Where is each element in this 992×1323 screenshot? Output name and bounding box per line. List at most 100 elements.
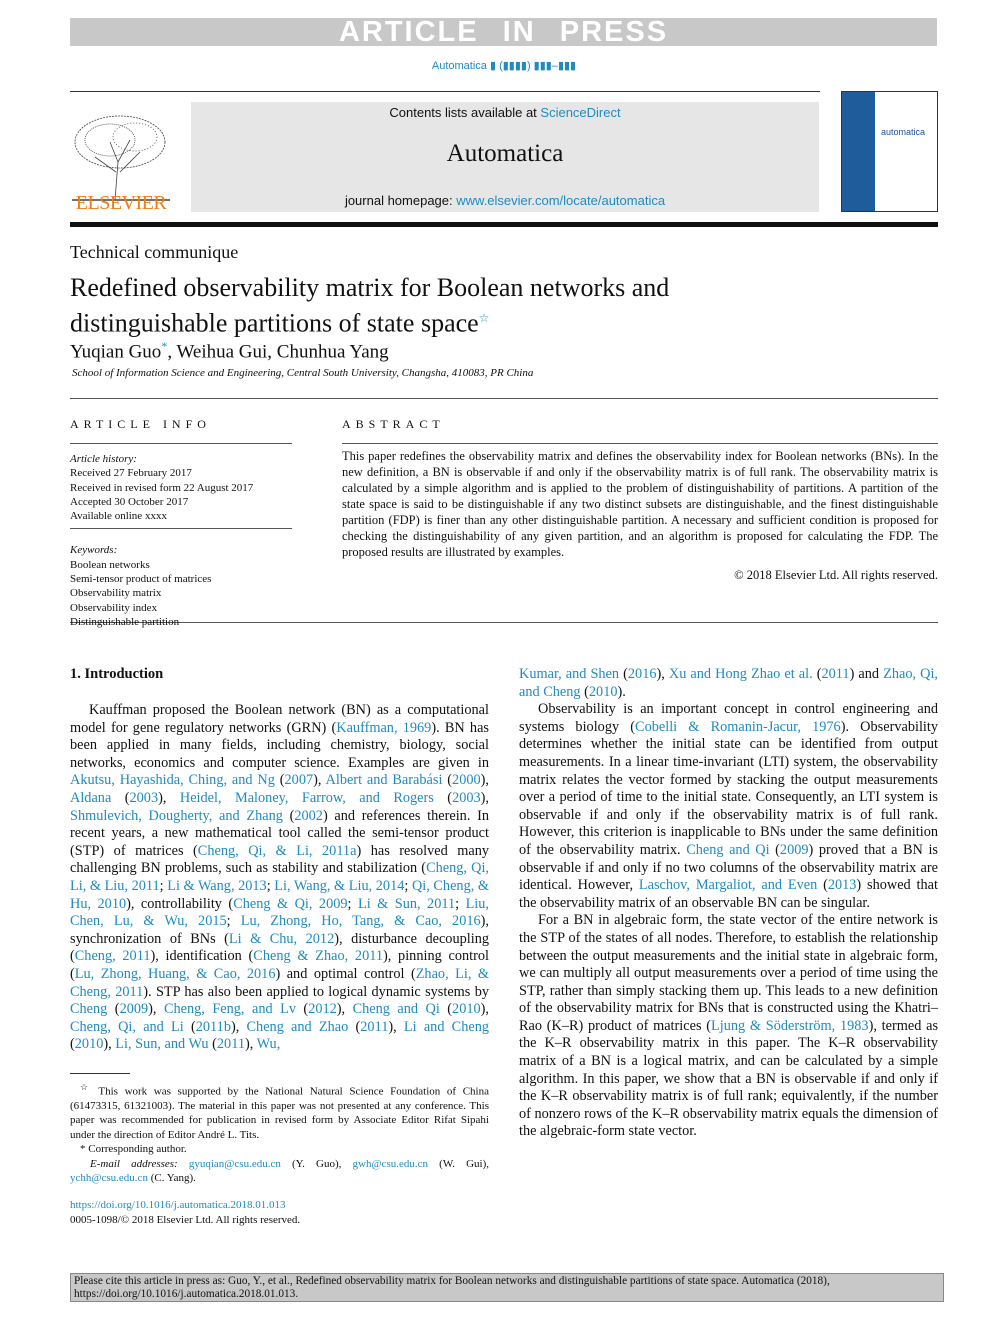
author-name: Yuqian Guo bbox=[70, 341, 162, 363]
citation-link[interactable]: Cheng, Qi, & Li, 2011a bbox=[198, 843, 357, 859]
article-info: Article history: Received 27 February 20… bbox=[70, 452, 292, 629]
citation-link[interactable]: 2016 bbox=[628, 666, 657, 682]
body-text: For a BN in algebraic form, the state ve… bbox=[519, 912, 938, 1034]
journal-title: Automatica bbox=[446, 140, 564, 167]
body-text: ), bbox=[244, 1036, 257, 1053]
citation-link[interactable]: Cheng & Qi, 2009 bbox=[233, 896, 347, 912]
body-text: ( bbox=[580, 683, 589, 700]
citation-link[interactable]: Kumar, and Shen bbox=[519, 666, 619, 682]
contents-line: Contents lists available at ScienceDirec… bbox=[191, 105, 819, 120]
body-text: ) and bbox=[849, 666, 884, 682]
elsevier-wordmark: ELSEVIER bbox=[75, 192, 167, 214]
divider bbox=[70, 91, 820, 92]
citation-link[interactable]: Li & Chu, 2012 bbox=[229, 931, 334, 947]
keyword: Observability index bbox=[70, 601, 158, 614]
body-text: ( bbox=[111, 789, 130, 806]
body-text: ), bbox=[103, 1036, 116, 1053]
keyword: Boolean networks bbox=[70, 558, 150, 571]
citation-link[interactable]: 2000 bbox=[452, 772, 481, 788]
citation-link[interactable]: 2009 bbox=[120, 1001, 149, 1017]
keyword: Distinguishable partition bbox=[70, 615, 180, 628]
body-text: ( bbox=[295, 1001, 309, 1018]
citation-link[interactable]: Laschov, Margaliot, and Even bbox=[639, 877, 817, 893]
email-link[interactable]: gwh@csu.edu.cn bbox=[353, 1158, 429, 1170]
cover-stripe bbox=[842, 92, 875, 211]
body-text: ), bbox=[158, 789, 180, 806]
citation-link[interactable]: Wu, bbox=[257, 1036, 281, 1052]
footnotes: ☆ This work was supported by the Nationa… bbox=[70, 1080, 489, 1186]
citation-link[interactable]: Cheng, Feng, and Lv bbox=[164, 1001, 296, 1017]
corresponding-text: Corresponding author. bbox=[85, 1143, 187, 1156]
keywords-label: Keywords: bbox=[70, 544, 118, 557]
citation-link[interactable]: Aldana bbox=[70, 790, 111, 806]
citation-link[interactable]: Ljung & Söderström, 1983 bbox=[711, 1018, 869, 1034]
body-text: ( bbox=[439, 1001, 453, 1018]
citation-link[interactable]: 2011 bbox=[360, 1019, 388, 1035]
citation-link[interactable]: Heidel, Maloney, Farrow, and Rogers bbox=[180, 790, 434, 806]
citation-link[interactable]: 2011 bbox=[822, 666, 850, 682]
body-text: ), identification ( bbox=[150, 948, 254, 965]
citation-link[interactable]: 2011b bbox=[196, 1019, 231, 1035]
citation-link[interactable]: Cheng and Zhao bbox=[247, 1019, 349, 1035]
citation-link[interactable]: Li, Sun, and Wu bbox=[115, 1036, 208, 1052]
citation-link[interactable]: 2011 bbox=[217, 1036, 245, 1052]
body-text: ( bbox=[282, 807, 295, 824]
citation-link[interactable]: Cobelli & Romanin-Jacur, 1976 bbox=[635, 719, 841, 735]
body-text: ; bbox=[455, 895, 466, 912]
citation-link[interactable]: 2013 bbox=[828, 877, 857, 893]
article-title: Redefined observability matrix for Boole… bbox=[70, 273, 770, 339]
citation-link[interactable]: Cheng, Qi, and Li bbox=[70, 1019, 184, 1035]
citation-link[interactable]: 2003 bbox=[130, 790, 159, 806]
citation-link[interactable]: 2003 bbox=[452, 790, 481, 806]
citation-link[interactable]: 2007 bbox=[285, 772, 314, 788]
homepage-link[interactable]: www.elsevier.com/locate/automatica bbox=[456, 193, 665, 208]
citation-link[interactable]: Akutsu, Hayashida, Ching, and Ng bbox=[70, 772, 275, 788]
citation-link[interactable]: Xu and Hong Zhao et al. bbox=[669, 666, 813, 682]
citation-link[interactable]: 2012 bbox=[308, 1001, 337, 1017]
citation-link[interactable]: Li & Sun, 2011 bbox=[358, 896, 455, 912]
citation-link[interactable]: Cheng bbox=[70, 1001, 107, 1017]
body-text: ( bbox=[208, 1036, 217, 1053]
citation-link[interactable]: Cheng, 2011 bbox=[75, 948, 151, 964]
sciencedirect-link[interactable]: ScienceDirect bbox=[540, 105, 620, 120]
doi-link[interactable]: https://doi.org/10.1016/j.automatica.201… bbox=[70, 1199, 286, 1211]
citation-link[interactable]: Lu, Zhong, Ho, Tang, & Cao, 2016 bbox=[241, 913, 481, 929]
body-text: ( bbox=[107, 1001, 120, 1018]
citation-link[interactable]: 2002 bbox=[294, 808, 323, 824]
citation-link[interactable]: Kauffman, 1969 bbox=[336, 720, 431, 736]
citation-link[interactable]: Cheng & Zhao, 2011 bbox=[253, 948, 383, 964]
footnote-rule bbox=[70, 1073, 130, 1074]
email-link[interactable]: gyuqian@csu.edu.cn bbox=[189, 1158, 281, 1170]
journal-cover-image[interactable]: automatica bbox=[841, 91, 938, 212]
citation-link[interactable]: Li & Wang, 2013 bbox=[167, 878, 267, 894]
citation-link[interactable]: Albert and Barabási bbox=[326, 772, 443, 788]
body-text: ), bbox=[230, 1018, 247, 1035]
journal-reference-link[interactable]: Automatica ▮ (▮▮▮▮) ▮▮▮–▮▮▮ bbox=[0, 59, 992, 72]
citation-link[interactable]: Li, Wang, & Liu, 2014 bbox=[274, 878, 404, 894]
author-names: , Weihua Gui, Chunhua Yang bbox=[167, 341, 389, 363]
copyright: © 2018 Elsevier Ltd. All rights reserved… bbox=[734, 568, 938, 582]
body-text: ( bbox=[769, 841, 780, 858]
citation-link[interactable]: Cheng and Qi bbox=[353, 1001, 440, 1017]
body-text: ( bbox=[812, 666, 822, 682]
funding-footnote: ☆ This work was supported by the Nationa… bbox=[70, 1080, 489, 1142]
contents-label: Contents lists available at bbox=[389, 105, 541, 120]
homepage-label: journal homepage: bbox=[344, 193, 457, 208]
intro-column-left: Kauffman proposed the Boolean network (B… bbox=[70, 702, 489, 1054]
title-footnote-mark[interactable]: ☆ bbox=[479, 311, 490, 325]
citation-link[interactable]: Shmulevich, Dougherty, and Zhang bbox=[70, 808, 283, 824]
citation-link[interactable]: Li and Cheng bbox=[404, 1019, 489, 1035]
citation-link[interactable]: 2010 bbox=[589, 684, 618, 700]
citation-link[interactable]: 2010 bbox=[452, 1001, 481, 1017]
citation-link[interactable]: 2009 bbox=[780, 842, 809, 858]
body-text: ), bbox=[388, 1018, 404, 1035]
citation-link[interactable]: Cheng and Qi bbox=[686, 842, 769, 858]
body-text: ( bbox=[183, 1018, 196, 1035]
citation-link[interactable]: 2010 bbox=[75, 1036, 104, 1052]
body-text: ; bbox=[404, 877, 412, 894]
body-text: ), controllability ( bbox=[126, 895, 234, 912]
email-link[interactable]: ychh@csu.edu.cn bbox=[70, 1172, 148, 1184]
body-text: ( bbox=[433, 789, 453, 806]
body-text: ), bbox=[480, 789, 489, 806]
citation-link[interactable]: Lu, Zhong, Huang, & Cao, 2016 bbox=[75, 966, 276, 982]
